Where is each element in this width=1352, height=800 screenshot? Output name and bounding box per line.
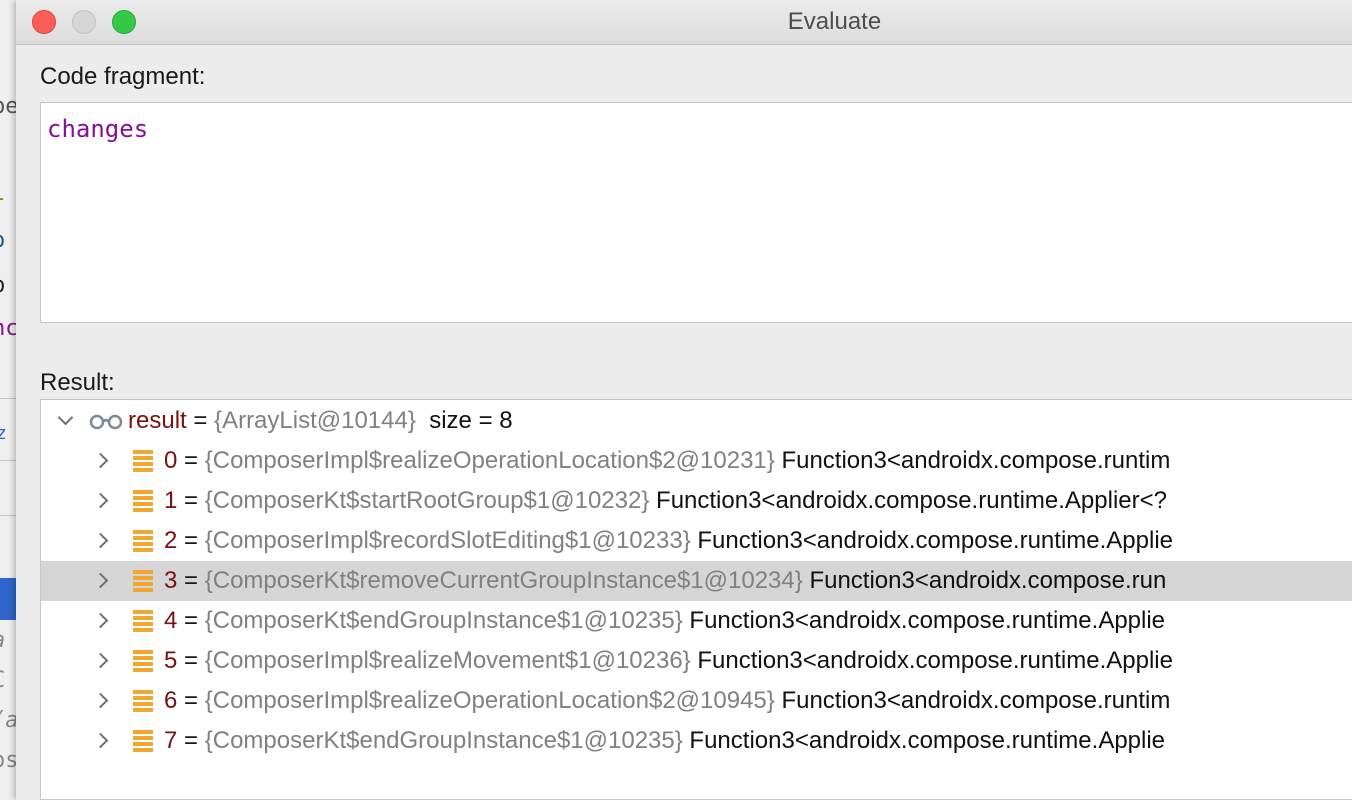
watch-glasses-icon xyxy=(89,414,123,430)
editor-fragment: p xyxy=(0,273,5,298)
item-index: 2 xyxy=(164,527,178,554)
equals-sign: = xyxy=(184,687,199,714)
expand-chevron-icon[interactable] xyxy=(91,561,111,601)
tree-item-text: 6 = {ComposerImpl$realizeOperationLocati… xyxy=(164,681,1170,721)
item-type: Function3<androidx.compose.runtim xyxy=(781,447,1171,474)
tree-root-row[interactable]: result = {ArrayList@10144} size = 8 xyxy=(41,401,1352,441)
expand-chevron-icon[interactable] xyxy=(91,601,111,641)
editor-fragment: a xyxy=(0,628,5,653)
editor-selection xyxy=(0,578,16,620)
editor-fragment: z xyxy=(0,423,7,444)
item-object-id: {ComposerImpl$recordSlotEditing$1@10233} xyxy=(204,527,691,554)
tree-item-text: 4 = {ComposerKt$endGroupInstance$1@10235… xyxy=(164,601,1165,641)
editor-divider xyxy=(0,398,16,399)
result-size: size = 8 xyxy=(429,407,513,434)
item-type: Function3<androidx.compose.runtime.Appli… xyxy=(697,647,1173,674)
editor-fragment: os xyxy=(0,748,16,773)
tree-item-row[interactable]: 1 = {ComposerKt$startRootGroup$1@10232} … xyxy=(41,481,1352,521)
item-object-id: {ComposerImpl$realizeOperationLocation$2… xyxy=(204,687,775,714)
editor-fragment: nc xyxy=(0,316,16,341)
item-object-id: {ComposerKt$removeCurrentGroupInstance$1… xyxy=(204,567,803,594)
tree-item-text: 5 = {ComposerImpl$realizeMovement$1@1023… xyxy=(164,641,1173,681)
background-editor: pe l o p nc z a C (a os xyxy=(0,0,16,800)
tree-item-row[interactable]: 5 = {ComposerImpl$realizeMovement$1@1023… xyxy=(41,641,1352,681)
list-field-icon xyxy=(133,530,153,552)
item-index: 5 xyxy=(164,647,178,674)
list-field-icon xyxy=(133,450,153,472)
expand-chevron-icon[interactable] xyxy=(91,521,111,561)
expand-chevron-icon[interactable] xyxy=(91,721,111,761)
equals-sign: = xyxy=(184,447,199,474)
list-field-icon xyxy=(133,730,153,752)
code-fragment-label: Code fragment: xyxy=(40,63,206,90)
item-index: 0 xyxy=(164,447,178,474)
item-object-id: {ComposerKt$endGroupInstance$1@10235} xyxy=(204,727,683,754)
result-label: Result: xyxy=(40,369,115,396)
list-field-icon xyxy=(133,690,153,712)
item-index: 4 xyxy=(164,607,178,634)
tree-item-text: 2 = {ComposerImpl$recordSlotEditing$1@10… xyxy=(164,521,1173,561)
tree-item-row[interactable]: 0 = {ComposerImpl$realizeOperationLocati… xyxy=(41,441,1352,481)
expand-chevron-icon[interactable] xyxy=(91,481,111,521)
tree-item-row[interactable]: 2 = {ComposerImpl$recordSlotEditing$1@10… xyxy=(41,521,1352,561)
editor-divider xyxy=(0,515,16,516)
expand-chevron-icon[interactable] xyxy=(91,441,111,481)
item-type: Function3<androidx.compose.runtime.Appli… xyxy=(656,487,1167,514)
item-index: 7 xyxy=(164,727,178,754)
item-object-id: {ComposerKt$endGroupInstance$1@10235} xyxy=(204,607,683,634)
tree-item-row[interactable]: 7 = {ComposerKt$endGroupInstance$1@10235… xyxy=(41,721,1352,761)
item-index: 3 xyxy=(164,567,178,594)
item-type: Function3<androidx.compose.runtime.Appli… xyxy=(697,527,1173,554)
expand-chevron-icon[interactable] xyxy=(91,681,111,721)
editor-divider xyxy=(0,460,16,461)
tree-item-text: 3 = {ComposerKt$removeCurrentGroupInstan… xyxy=(164,561,1166,601)
editor-fragment: pe xyxy=(0,94,16,119)
equals-sign: = xyxy=(184,607,199,634)
tree-item-text: 1 = {ComposerKt$startRootGroup$1@10232} … xyxy=(164,481,1167,521)
result-object-id: {ArrayList@10144} xyxy=(214,407,416,434)
list-field-icon xyxy=(133,490,153,512)
result-tree[interactable]: result = {ArrayList@10144} size = 8 0 = … xyxy=(40,399,1352,800)
list-field-icon xyxy=(133,610,153,632)
collapse-chevron-icon[interactable] xyxy=(55,401,75,441)
equals-sign: = xyxy=(184,487,199,514)
tree-item-text: 0 = {ComposerImpl$realizeOperationLocati… xyxy=(164,441,1170,481)
title-bar: Evaluate xyxy=(16,0,1352,45)
item-object-id: {ComposerKt$startRootGroup$1@10232} xyxy=(204,487,650,514)
result-variable-name: result xyxy=(128,407,187,434)
tree-item-row[interactable]: 6 = {ComposerImpl$realizeOperationLocati… xyxy=(41,681,1352,721)
window-title: Evaluate xyxy=(787,8,882,35)
editor-fragment: l xyxy=(0,181,5,206)
item-index: 1 xyxy=(164,487,178,514)
item-type: Function3<androidx.compose.runtime.Appli… xyxy=(689,727,1166,754)
code-fragment-editor[interactable]: changes xyxy=(40,102,1352,323)
evaluate-dialog: Evaluate Code fragment: changes Result: … xyxy=(16,0,1352,800)
editor-fragment: C xyxy=(0,668,5,693)
editor-fragment: o xyxy=(0,228,5,253)
item-type: Function3<androidx.compose.runtime.Appli… xyxy=(689,607,1166,634)
item-index: 6 xyxy=(164,687,178,714)
editor-fragment: (a xyxy=(0,708,16,733)
tree-item-row[interactable]: 4 = {ComposerKt$endGroupInstance$1@10235… xyxy=(41,601,1352,641)
item-object-id: {ComposerImpl$realizeMovement$1@10236} xyxy=(204,647,691,674)
item-object-id: {ComposerImpl$realizeOperationLocation$2… xyxy=(204,447,775,474)
equals-sign: = xyxy=(184,527,199,554)
equals-sign: = xyxy=(193,407,208,434)
list-field-icon xyxy=(133,570,153,592)
item-type: Function3<androidx.compose.runtim xyxy=(781,687,1171,714)
code-fragment-text[interactable]: changes xyxy=(47,115,148,143)
item-type: Function3<androidx.compose.run xyxy=(809,567,1167,594)
tree-item-row[interactable]: 3 = {ComposerKt$removeCurrentGroupInstan… xyxy=(41,561,1352,601)
expand-chevron-icon[interactable] xyxy=(91,641,111,681)
equals-sign: = xyxy=(184,647,199,674)
tree-item-text: 7 = {ComposerKt$endGroupInstance$1@10235… xyxy=(164,721,1165,761)
tree-root-text: result = {ArrayList@10144} size = 8 xyxy=(128,401,513,441)
equals-sign: = xyxy=(184,567,199,594)
equals-sign: = xyxy=(184,727,199,754)
list-field-icon xyxy=(133,650,153,672)
